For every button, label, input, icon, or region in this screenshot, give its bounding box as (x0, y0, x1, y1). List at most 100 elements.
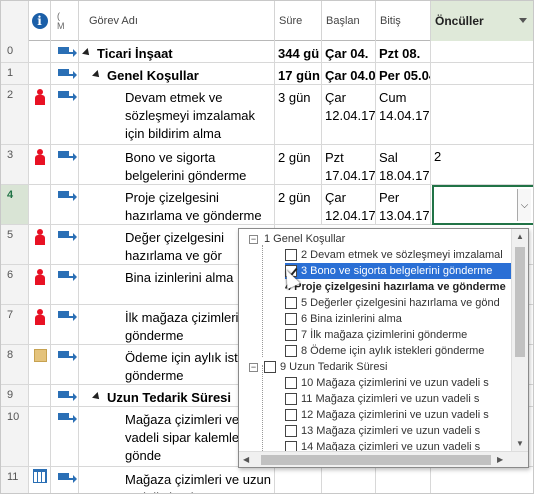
table-row[interactable]: 1 Genel Koşullar 17 gün Çar 04.0 Per 05.… (1, 63, 533, 85)
tree-item-summary[interactable]: − 1 Genel Koşullar (249, 231, 345, 247)
task-mode-cell[interactable] (51, 345, 79, 384)
row-id[interactable]: 3 (1, 145, 29, 184)
task-name-cell[interactable]: Devam etmek ve sözleşmeyi imzalamak için… (79, 85, 275, 144)
tree-item[interactable]: 7 İlk mağaza çizimlerini gönderme (285, 327, 467, 343)
table-row[interactable]: 11 Mağaza çizimleri ve uzun vadeli sipar… (1, 467, 533, 493)
predecessors-editor[interactable]: ⌵ (432, 185, 533, 225)
row-id[interactable]: 4 (1, 185, 29, 224)
checkbox[interactable] (285, 249, 297, 261)
predecessors-cell[interactable] (431, 85, 533, 144)
collapse-icon[interactable]: − (249, 234, 258, 244)
tree-item-summary[interactable]: − 9 Uzun Tedarik Süresi (249, 359, 387, 375)
task-name-cell[interactable]: Bono ve sigorta belgelerini gönderme (79, 145, 275, 184)
dropdown-button[interactable]: ⌵ (517, 189, 531, 221)
predecessors-cell[interactable] (431, 467, 533, 493)
checkbox[interactable] (285, 425, 297, 437)
task-mode-cell[interactable] (51, 265, 79, 304)
table-row[interactable]: 2 Devam etmek ve sözleşmeyi imzalamak iç… (1, 85, 533, 145)
task-name-header[interactable]: Görev Adı (79, 1, 275, 41)
checkbox[interactable] (285, 345, 297, 357)
checkbox[interactable] (285, 409, 297, 421)
task-mode-cell[interactable] (51, 41, 79, 62)
finish-cell[interactable]: 01.06.17 (376, 467, 431, 493)
indicators-header[interactable]: i (29, 1, 51, 41)
tree-item[interactable]: 12 Mağaza çizimlerini ve uzun vadeli s (285, 407, 489, 423)
tree-item[interactable]: 6 Bina izinlerini alma (285, 311, 402, 327)
checkbox[interactable] (285, 313, 297, 325)
task-name-cell[interactable]: Genel Koşullar (79, 63, 275, 84)
finish-header[interactable]: Bitiş (376, 1, 431, 41)
scroll-right-icon[interactable]: ▶ (497, 455, 503, 464)
row-id[interactable]: 1 (1, 63, 29, 84)
tree-item[interactable]: 13 Mağaza çizimleri ve uzun vadeli s (285, 423, 480, 439)
task-mode-cell[interactable] (51, 385, 79, 406)
task-mode-cell[interactable] (51, 85, 79, 144)
tree-item-selected[interactable]: 3 Bono ve sigorta belgelerini gönderme (285, 263, 512, 279)
duration-cell[interactable]: 2 gün (275, 145, 322, 184)
start-cell[interactable]: Çar 12.04.17 (322, 85, 376, 144)
checkbox[interactable] (285, 297, 297, 309)
duration-header[interactable]: Süre (275, 1, 322, 41)
scrollbar-thumb[interactable] (515, 247, 525, 357)
task-mode-cell[interactable] (51, 305, 79, 344)
row-id[interactable]: 10 (1, 407, 29, 466)
row-id[interactable]: 5 (1, 225, 29, 264)
table-row[interactable]: 3 Bono ve sigorta belgelerini gönderme 2… (1, 145, 533, 185)
collapse-triangle-icon[interactable] (82, 48, 92, 58)
finish-cell[interactable]: Sal 18.04.17 (376, 145, 431, 184)
collapse-triangle-icon[interactable] (92, 70, 102, 80)
row-id[interactable]: 0 (1, 41, 29, 62)
task-mode-cell[interactable] (51, 225, 79, 264)
row-id[interactable]: 2 (1, 85, 29, 144)
predecessors-cell[interactable]: 2 (431, 145, 533, 184)
row-id[interactable]: 7 (1, 305, 29, 344)
finish-cell[interactable]: Per 05.04 (376, 63, 431, 84)
start-cell[interactable]: Pzt 17.04.17 (322, 145, 376, 184)
collapse-triangle-icon[interactable] (92, 392, 102, 402)
finish-cell[interactable]: Pzt 08. (376, 41, 431, 62)
task-mode-header[interactable]: ( M (51, 1, 79, 41)
duration-cell[interactable]: 17 gün (275, 63, 322, 84)
tree-item[interactable]: 8 Ödeme için aylık istekleri gönderme (285, 343, 484, 359)
tree-item[interactable]: 10 Mağaza çizimlerini ve uzun vadeli s (285, 375, 489, 391)
tree-item[interactable]: 2 Devam etmek ve sözleşmeyi imzalamal (285, 247, 503, 263)
scroll-up-icon[interactable]: ▲ (516, 232, 524, 241)
task-mode-cell[interactable] (51, 407, 79, 466)
collapse-icon[interactable]: − (249, 362, 258, 372)
horizontal-scrollbar[interactable]: ◀ ▶ (239, 451, 528, 467)
predecessors-header[interactable]: Öncüller (431, 1, 533, 41)
duration-cell[interactable]: 3 gün (275, 85, 322, 144)
predecessors-cell[interactable] (431, 41, 533, 62)
start-cell[interactable]: Çar 04.0 (322, 63, 376, 84)
checkbox[interactable] (285, 377, 297, 389)
scrollbar-thumb[interactable] (261, 455, 491, 465)
task-mode-cell[interactable] (51, 467, 79, 493)
row-id[interactable]: 9 (1, 385, 29, 406)
duration-cell[interactable]: 2 gün (275, 185, 322, 224)
finish-cell[interactable]: Per 13.04.17 (376, 185, 431, 224)
select-all-corner[interactable] (1, 1, 29, 41)
row-id[interactable]: 6 (1, 265, 29, 304)
checkbox[interactable] (285, 329, 297, 341)
duration-cell[interactable]: 344 gü (275, 41, 322, 62)
tree-item[interactable]: 5 Değerler çizelgesini hazırlama ve gönd (285, 295, 500, 311)
tree-item[interactable]: 11 Mağaza çizimleri ve uzun vadeli s (285, 391, 479, 407)
task-name-cell[interactable]: Proje çizelgesini hazırlama ve gönderme (79, 185, 275, 224)
task-name-cell[interactable]: Mağaza çizimleri ve uzun vadeli sipariş (79, 467, 275, 493)
task-mode-cell[interactable] (51, 63, 79, 84)
vertical-scrollbar[interactable]: ▲ ▼ (511, 229, 528, 453)
checkbox[interactable] (285, 393, 297, 405)
task-mode-cell[interactable] (51, 145, 79, 184)
note-icon[interactable] (34, 349, 47, 362)
task-name-cell[interactable]: Ticari İnşaat (79, 41, 275, 62)
start-cell[interactable]: Çar 12.04.17 (322, 185, 376, 224)
scroll-left-icon[interactable]: ◀ (243, 455, 249, 464)
duration-cell[interactable] (275, 467, 322, 493)
start-cell[interactable]: 05.05.17 (322, 467, 376, 493)
row-id[interactable]: 11 (1, 467, 29, 493)
task-mode-cell[interactable] (51, 185, 79, 224)
table-row[interactable]: 0 Ticari İnşaat 344 gü Çar 04. Pzt 08. (1, 41, 533, 63)
finish-cell[interactable]: Cum 14.04.17 (376, 85, 431, 144)
row-id[interactable]: 8 (1, 345, 29, 384)
predecessors-cell[interactable] (431, 63, 533, 84)
